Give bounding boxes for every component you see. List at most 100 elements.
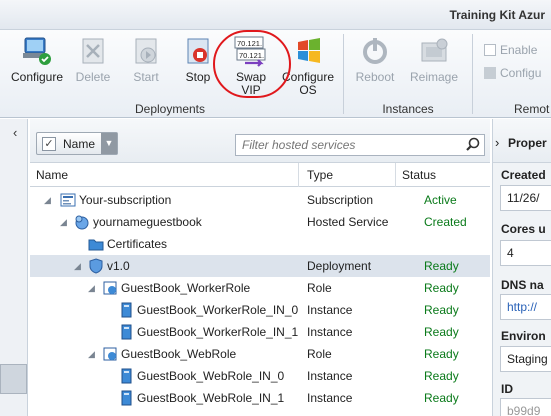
row-name: GuestBook_WorkerRole (121, 281, 251, 295)
filter-bar: ✓ Name ▼ (30, 119, 490, 163)
table-row[interactable]: ◢ GuestBook_WebRole Role Ready (30, 343, 490, 365)
row-status: Ready (424, 391, 459, 405)
group-label-deployments: Deployments (134, 102, 206, 116)
enable-remote-checkbox[interactable]: Enable (484, 44, 551, 57)
property-label: Environ (501, 329, 546, 343)
property-value[interactable]: Staging (500, 346, 551, 372)
row-name: GuestBook_WebRole_IN_0 (137, 369, 285, 383)
row-type: Role (307, 347, 332, 361)
enable-label: Enable (500, 43, 538, 57)
row-type: Hosted Service (307, 215, 389, 229)
delete-button[interactable]: Delete (70, 35, 116, 84)
row-status: Ready (424, 303, 459, 317)
property-value[interactable]: b99d9 (500, 398, 551, 416)
checkbox-checked-icon: ✓ (42, 137, 56, 151)
start-label: Start (133, 70, 159, 84)
row-name: Certificates (107, 237, 168, 251)
property-value[interactable]: 4 (500, 240, 551, 266)
row-name: GuestBook_WebRole (121, 347, 237, 361)
collapse-chevron-icon[interactable]: ‹ (13, 125, 17, 140)
expand-triangle-icon[interactable]: ◢ (60, 217, 67, 228)
row-name: GuestBook_WorkerRole_IN_0 (137, 303, 299, 317)
reimage-icon (418, 35, 450, 67)
hosted-services-pane: ✓ Name ▼ Name Type Status ◢ Your-subscri… (30, 119, 490, 416)
configure-button[interactable]: Configure (8, 35, 66, 84)
row-status: Ready (424, 347, 459, 361)
reboot-button[interactable]: Reboot (352, 35, 398, 84)
property-value[interactable]: 11/26/ (500, 185, 551, 211)
row-status: Ready (424, 281, 459, 295)
configure-os-label-2: OS (299, 83, 317, 97)
expand-triangle-icon[interactable]: ◢ (88, 283, 95, 294)
row-type: Deployment (307, 259, 372, 273)
column-divider (298, 163, 299, 187)
table-row-selected[interactable]: ◢ v1.0 Deployment Ready (30, 255, 490, 277)
table-row[interactable]: GuestBook_WebRole_IN_1 Instance Ready (30, 387, 490, 409)
row-name: GuestBook_WebRole_IN_1 (137, 391, 285, 405)
collapse-chevron-icon[interactable]: › (495, 135, 499, 150)
name-filter-label: Name (63, 137, 96, 151)
filter-input[interactable] (242, 136, 462, 154)
property-label: Created (501, 168, 546, 182)
column-header-type[interactable]: Type (307, 168, 333, 182)
role-icon (102, 346, 118, 362)
subscription-icon (60, 192, 76, 208)
name-filter-dropdown[interactable]: ✓ Name ▼ (36, 132, 118, 155)
table-row[interactable]: ◢ yournameguestbook Hosted Service Creat… (30, 211, 490, 233)
reboot-label: Reboot (355, 70, 395, 84)
chevron-down-icon: ▼ (101, 133, 117, 154)
search-icon[interactable] (465, 137, 481, 153)
title-bar: Training Kit Azur (0, 0, 551, 30)
table-row[interactable]: ◢ Your-subscription Subscription Active (30, 189, 490, 211)
stop-icon (182, 35, 214, 67)
start-button[interactable]: Start (124, 35, 168, 84)
window-title: Training Kit Azur (449, 8, 545, 22)
row-status: Ready (424, 259, 459, 273)
properties-header: › Proper (493, 119, 551, 163)
stop-button[interactable]: Stop (180, 35, 216, 84)
configure-remote-button[interactable]: Configu (484, 67, 551, 80)
property-label: Cores u (501, 222, 546, 236)
nav-pane-button[interactable] (0, 364, 27, 394)
reimage-button[interactable]: Reimage (406, 35, 462, 84)
instance-icon (118, 368, 134, 384)
expand-triangle-icon[interactable]: ◢ (88, 349, 95, 360)
row-status: Active (424, 193, 457, 207)
row-type: Instance (307, 303, 353, 317)
table-header: Name Type Status (30, 163, 490, 187)
table-row[interactable]: Certificates (30, 233, 490, 255)
row-name: v1.0 (107, 259, 130, 273)
table-row[interactable]: GuestBook_WebRole_IN_0 Instance Ready (30, 365, 490, 387)
delete-label: Delete (75, 70, 111, 84)
table-row[interactable]: GuestBook_WorkerRole_IN_0 Instance Ready (30, 299, 490, 321)
role-icon (102, 280, 118, 296)
column-header-status[interactable]: Status (402, 168, 436, 182)
remote-config-icon (484, 67, 496, 79)
checkbox-icon (484, 44, 496, 56)
stop-label: Stop (185, 70, 211, 84)
column-divider (395, 163, 396, 187)
group-separator (472, 34, 473, 114)
windows-icon (292, 35, 324, 67)
configure-icon (21, 35, 53, 67)
expand-triangle-icon[interactable]: ◢ (74, 261, 81, 272)
table-row[interactable]: ◢ GuestBook_WorkerRole Role Ready (30, 277, 490, 299)
filter-box (235, 134, 485, 156)
group-label-remote: Remot (514, 102, 550, 116)
table-row[interactable]: GuestBook_WorkerRole_IN_1 Instance Ready (30, 321, 490, 343)
delete-icon (77, 35, 109, 67)
configure-label: Configure (10, 70, 64, 84)
property-label: DNS na (501, 278, 544, 292)
property-value-link[interactable]: http:// (500, 294, 551, 320)
column-header-name[interactable]: Name (36, 168, 68, 182)
navigation-pane: ‹ (0, 119, 28, 416)
hosted-service-icon (74, 214, 90, 230)
instance-icon (118, 302, 134, 318)
group-label-instances: Instances (382, 102, 434, 116)
folder-icon (88, 236, 104, 252)
power-icon (359, 35, 391, 67)
row-name: Your-subscription (79, 193, 172, 207)
row-type: Subscription (307, 193, 374, 207)
reimage-label: Reimage (409, 70, 459, 84)
expand-triangle-icon[interactable]: ◢ (44, 195, 51, 206)
